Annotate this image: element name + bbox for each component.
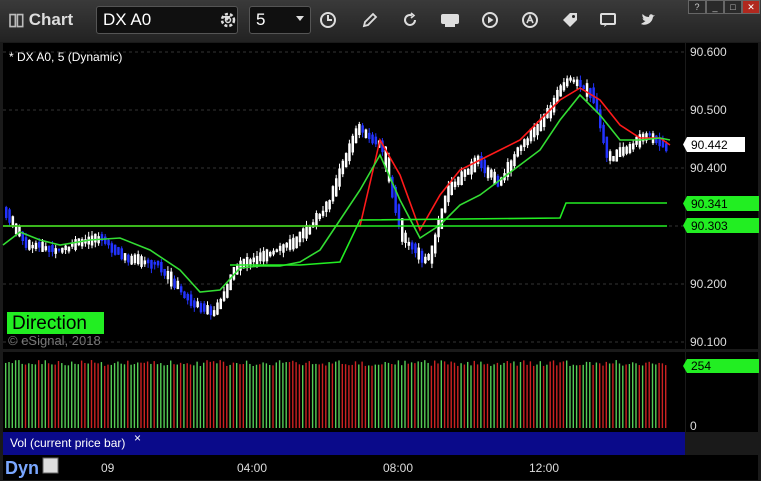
interval-clock-button[interactable] [314, 6, 342, 34]
ma-label-1: 90.341 [691, 197, 728, 211]
window-title: Chart [28, 10, 74, 29]
pencil-icon [362, 12, 378, 28]
volume-value-label: 254 [691, 359, 711, 373]
chevron-down-icon [296, 16, 304, 21]
price-label: 90.600 [690, 45, 727, 59]
time-label: 12:00 [529, 461, 559, 475]
ma-label-2: 90.303 [691, 219, 728, 233]
time-label: 04:00 [237, 461, 267, 475]
symbol-value: DX A0 [103, 10, 152, 29]
volume-zero-label: 0 [690, 419, 697, 433]
draw-tool-button[interactable] [356, 6, 384, 34]
price-label: 90.400 [690, 161, 727, 175]
quote-button[interactable] [436, 6, 464, 34]
minimize-button[interactable]: _ [706, 0, 724, 14]
price-label: 90.200 [690, 277, 727, 291]
twitter-button[interactable] [634, 6, 662, 34]
app-logo-icon: ▯▯ [8, 10, 25, 29]
quote-icon [441, 14, 459, 27]
dynamic-mode-label[interactable]: Dyn [5, 458, 39, 478]
price-label: 90.500 [690, 103, 727, 117]
price-label: 90.100 [690, 335, 727, 349]
refresh-icon [404, 12, 416, 26]
title-bar: ▯▯ Chart DX A0 5 ? _ □ ✕ [0, 0, 761, 43]
current-price-label: 90.442 [691, 138, 728, 152]
alerts-button[interactable] [516, 6, 544, 34]
watermark: © eSignal, 2018 [8, 333, 101, 348]
chat-icon [600, 13, 616, 27]
tag-button[interactable] [556, 6, 584, 34]
direction-label: Direction [12, 313, 87, 334]
clock-icon [320, 12, 336, 28]
symbol-settings-button[interactable] [214, 6, 242, 34]
playback-button[interactable] [476, 6, 504, 34]
volume-bars [5, 360, 667, 428]
twitter-icon [641, 14, 655, 25]
refresh-button[interactable] [396, 6, 424, 34]
interval-value: 5 [256, 10, 266, 29]
chart-area[interactable]: * DX A0, 5 (Dynamic) Direction © eSignal… [0, 42, 761, 481]
play-icon [482, 12, 498, 28]
tag-icon [563, 13, 577, 27]
maximize-button[interactable]: □ [724, 0, 742, 14]
time-label: 08:00 [383, 461, 413, 475]
close-button[interactable]: ✕ [742, 0, 760, 14]
time-axis[interactable] [3, 455, 758, 480]
chat-button[interactable] [594, 6, 622, 34]
volume-pane-close-button[interactable]: × [134, 431, 141, 445]
volume-pane-title: Vol (current price bar) [10, 436, 125, 450]
help-button[interactable]: ? [688, 0, 706, 14]
interval-select[interactable]: 5 [249, 6, 311, 34]
chart-header: * DX A0, 5 (Dynamic) [9, 50, 122, 64]
lock-icon[interactable] [42, 457, 59, 474]
gear-icon [220, 12, 236, 28]
app-title: ▯▯ Chart [8, 10, 73, 30]
alert-icon [522, 12, 538, 28]
time-label: 09 [101, 461, 115, 475]
